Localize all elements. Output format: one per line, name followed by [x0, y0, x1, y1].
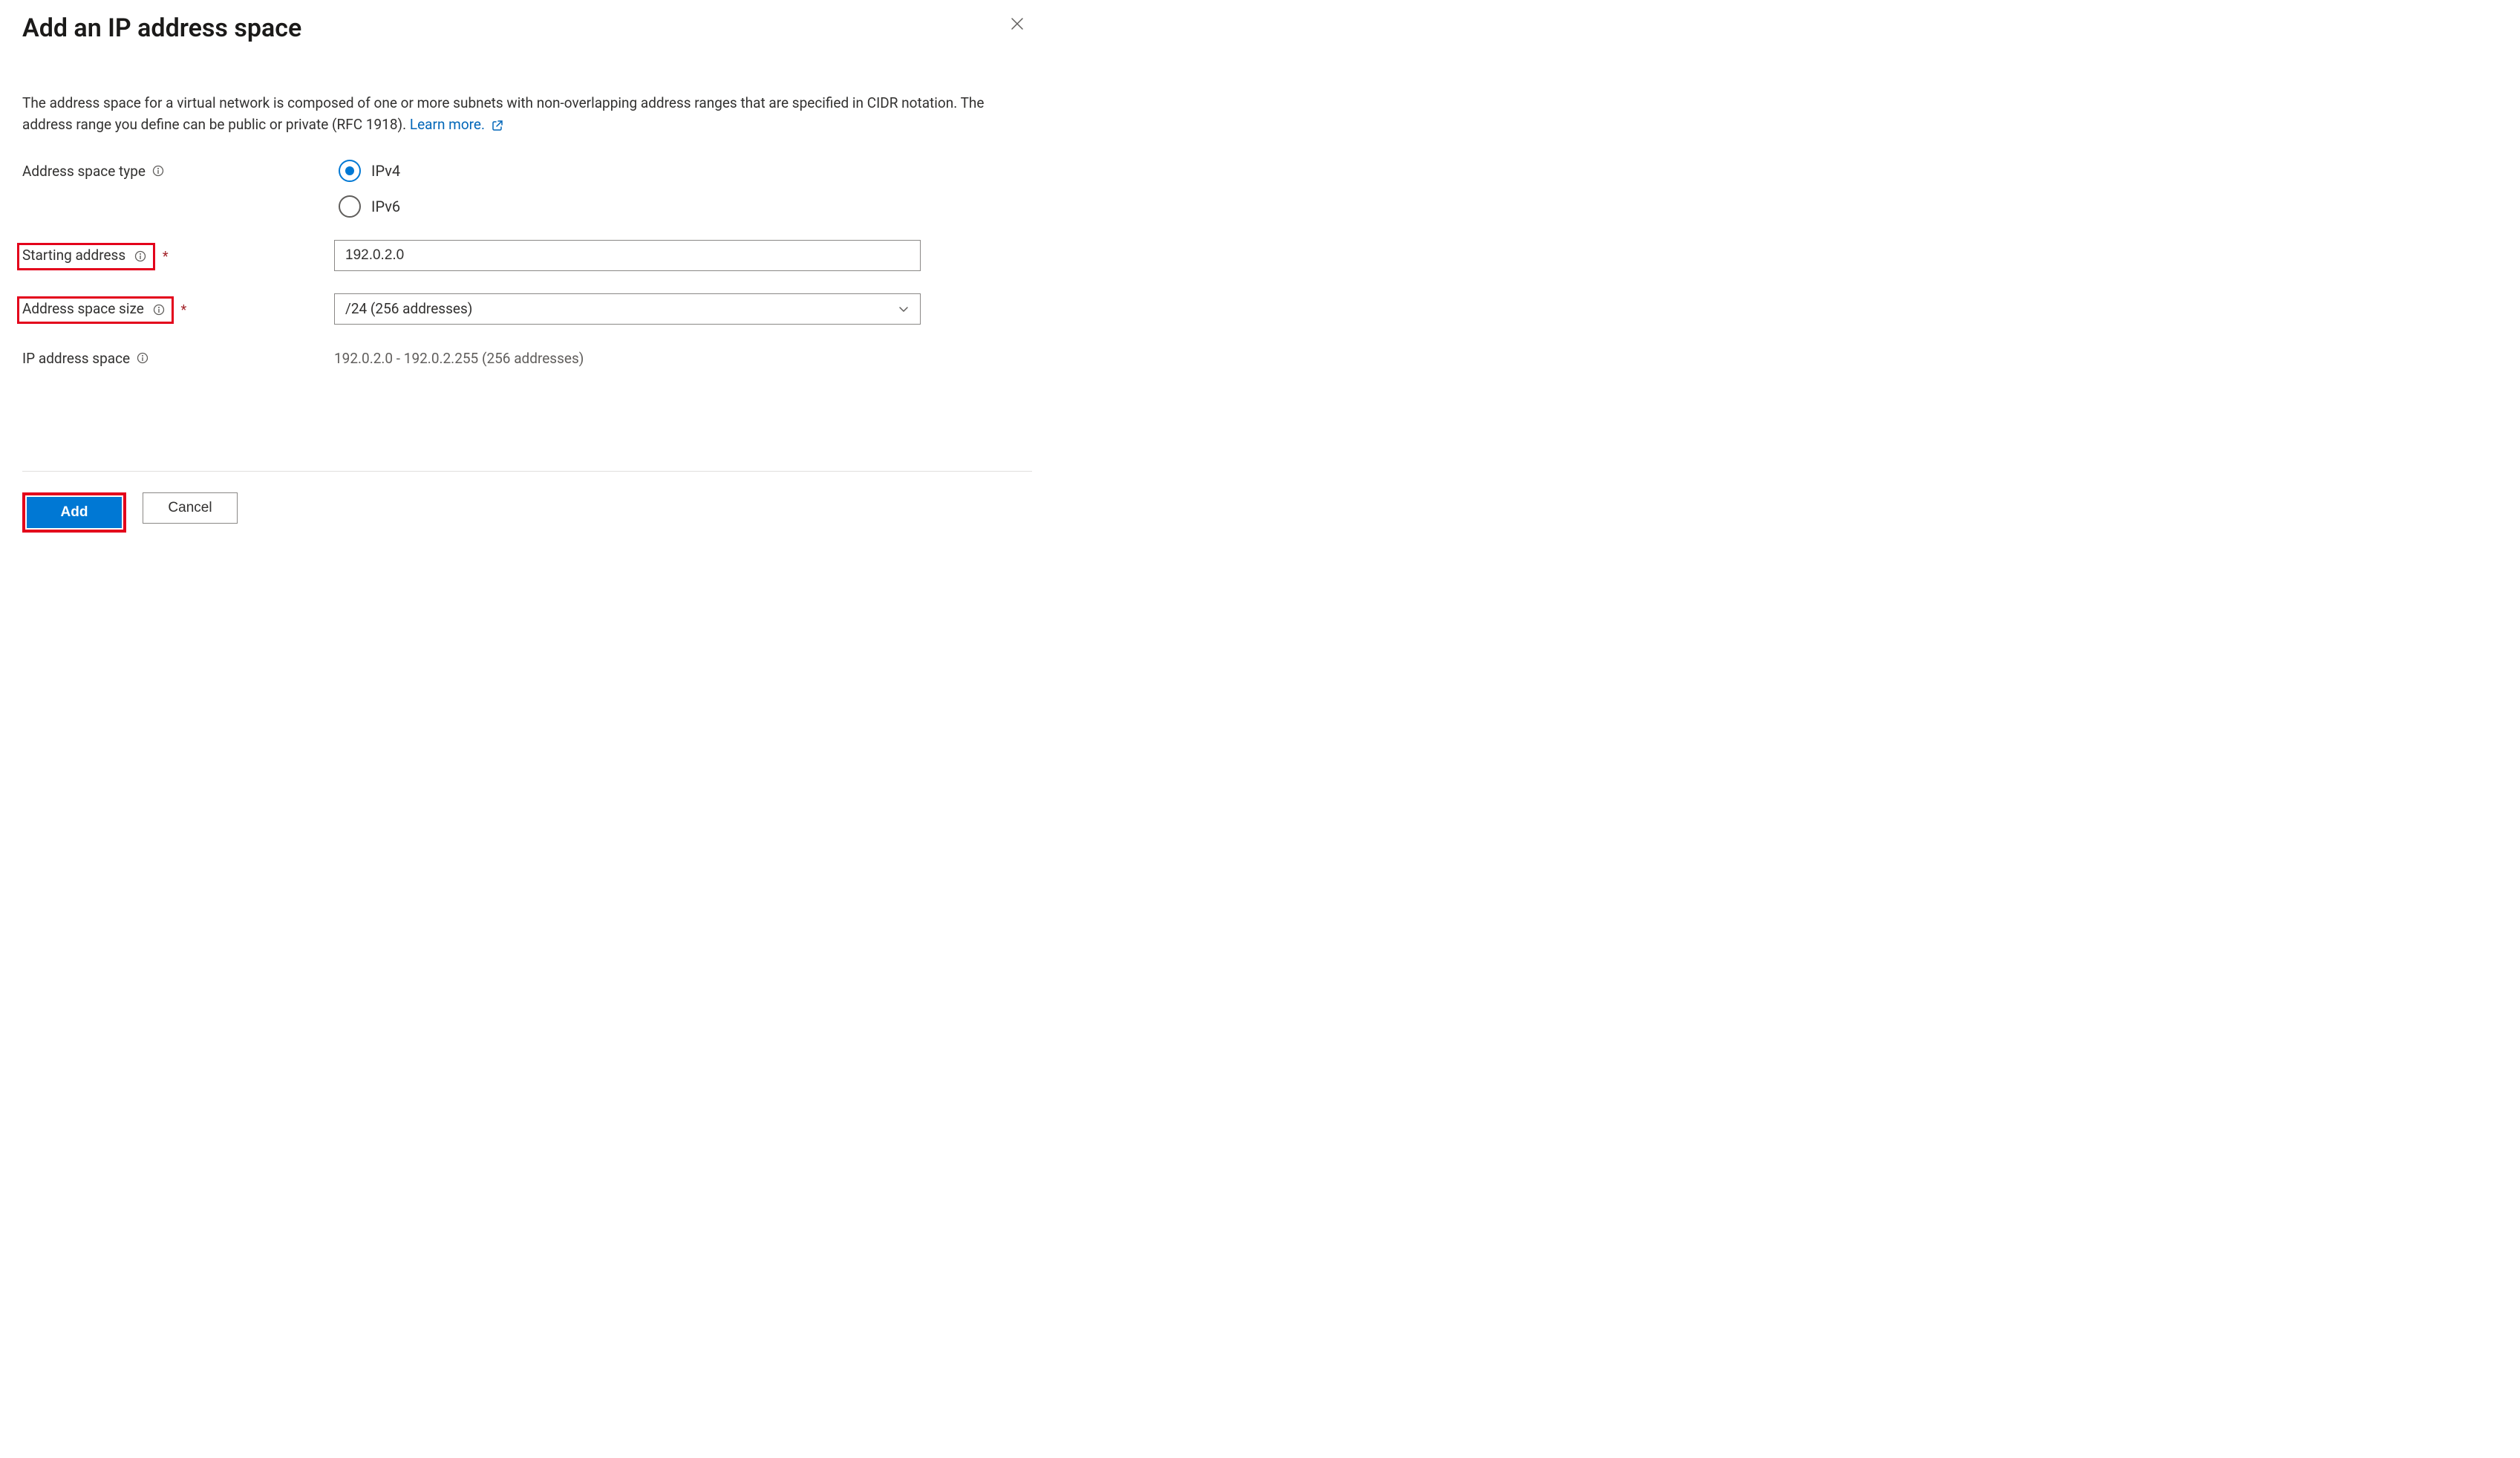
add-ip-address-space-panel: Add an IP address space The address spac…	[0, 0, 1054, 555]
form: Address space type IPv4 IPv6 Starting ad…	[22, 158, 1032, 367]
ip-address-space-label-cell: IP address space	[22, 345, 334, 367]
starting-address-value	[334, 238, 1032, 271]
address-space-size-label: Address space size	[22, 300, 144, 317]
learn-more-link[interactable]: Learn more.	[410, 116, 503, 133]
address-space-size-value: /24 (256 addresses)	[334, 292, 1032, 325]
panel-footer: Add Cancel	[22, 472, 1032, 533]
info-icon[interactable]	[151, 164, 165, 178]
close-button[interactable]	[1002, 10, 1032, 40]
info-icon[interactable]	[152, 303, 166, 316]
radio-ipv6-label: IPv6	[371, 198, 400, 215]
starting-address-highlight: Starting address	[17, 243, 155, 270]
radio-ipv6[interactable]: IPv6	[339, 195, 1032, 218]
starting-address-input[interactable]	[334, 240, 921, 271]
add-button[interactable]: Add	[27, 497, 122, 528]
cancel-button[interactable]: Cancel	[143, 492, 238, 524]
address-space-size-label-cell: Address space size *	[22, 292, 334, 324]
address-space-type-value: IPv4 IPv6	[334, 158, 1032, 218]
chevron-down-icon	[898, 303, 910, 315]
ip-address-space-computed: 192.0.2.0 - 192.0.2.255 (256 addresses)	[334, 345, 1032, 367]
address-space-type-label-cell: Address space type	[22, 158, 334, 180]
address-space-type-label: Address space type	[22, 163, 146, 180]
add-button-label: Add	[61, 504, 88, 521]
close-icon	[1010, 16, 1025, 34]
cancel-button-label: Cancel	[168, 500, 212, 516]
add-button-highlight: Add	[22, 492, 126, 533]
panel-description: The address space for a virtual network …	[22, 92, 1032, 136]
radio-icon	[339, 160, 361, 182]
starting-address-label-cell: Starting address *	[22, 238, 334, 270]
starting-address-label: Starting address	[22, 247, 125, 264]
address-space-size-selected: /24 (256 addresses)	[345, 300, 472, 317]
address-space-type-radio-group: IPv4 IPv6	[334, 160, 1032, 218]
info-icon[interactable]	[136, 351, 149, 365]
address-space-size-dropdown[interactable]: /24 (256 addresses)	[334, 293, 921, 325]
panel-header: Add an IP address space	[22, 7, 1032, 48]
info-icon[interactable]	[134, 250, 147, 263]
radio-icon	[339, 195, 361, 218]
radio-ipv4[interactable]: IPv4	[339, 160, 1032, 182]
radio-ipv4-label: IPv4	[371, 162, 400, 180]
required-indicator: *	[181, 302, 187, 318]
ip-address-space-label: IP address space	[22, 350, 130, 367]
external-link-icon	[492, 120, 503, 131]
address-space-size-highlight: Address space size	[17, 296, 174, 324]
panel-title: Add an IP address space	[22, 13, 301, 43]
required-indicator: *	[163, 249, 169, 264]
learn-more-label: Learn more.	[410, 116, 485, 133]
